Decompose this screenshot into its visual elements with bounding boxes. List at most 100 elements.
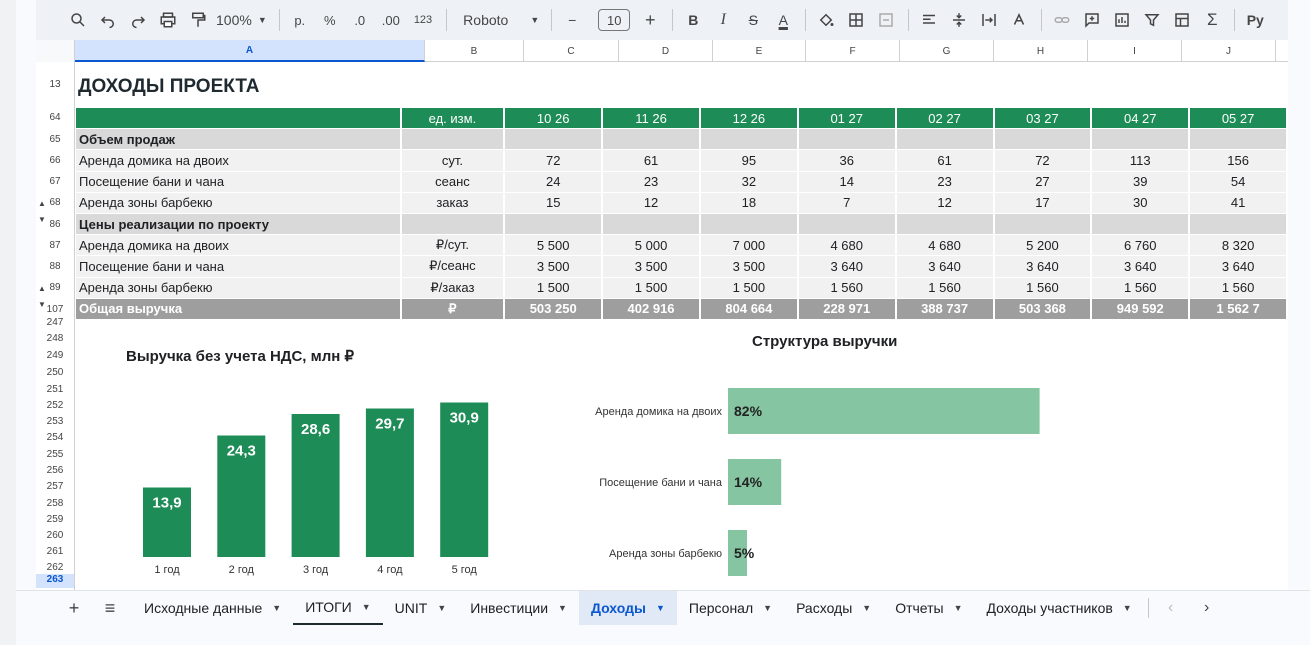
table-header-month[interactable]: 05 27 [1190,108,1286,130]
undo-icon[interactable] [96,7,120,33]
row-number[interactable]: 107 [36,304,74,315]
select-all-corner[interactable] [36,40,75,62]
text-wrap-icon[interactable] [977,7,1001,33]
zoom-select[interactable]: 100% ▼ [216,12,267,28]
table-cell[interactable]: 32 [700,171,797,193]
table-cell[interactable]: 4 680 [798,235,895,257]
row-unit[interactable]: сеанс [401,171,504,193]
row-number[interactable]: 88 [36,261,74,272]
table-cell[interactable] [505,213,602,236]
column-header-b[interactable]: B [425,40,524,62]
table-cell[interactable]: 41 [1190,192,1286,214]
table-header-unit[interactable]: ед. изм. [401,108,504,130]
table-cell[interactable]: 14 [798,171,895,193]
column-header-j[interactable]: J [1182,40,1276,62]
add-sheet-icon[interactable]: + [56,591,92,626]
row-number[interactable]: 13 [36,79,74,90]
column-header-g[interactable]: G [900,40,994,62]
filter-icon[interactable] [1140,7,1164,33]
row-number[interactable]: 65 [36,134,74,145]
search-menus-icon[interactable] [66,7,90,33]
table-cell[interactable]: 228 971 [798,298,895,320]
table-cell[interactable] [994,129,1091,151]
chevron-down-icon[interactable]: ▼ [656,603,665,613]
functions-button[interactable]: Σ [1200,7,1224,33]
section-title[interactable]: Цены реализации по проекту [76,213,400,236]
column-header-c[interactable]: C [524,40,619,62]
comment-icon[interactable] [1080,7,1104,33]
increase-decimal-button[interactable]: .00 [378,7,404,33]
row-number[interactable]: 64 [36,112,74,123]
table-cell[interactable] [401,213,504,236]
chevron-right-icon[interactable]: › [1189,591,1225,626]
italic-button[interactable]: I [711,7,735,33]
sheet-tab[interactable]: Доходы ▼ [578,591,677,625]
revenue-bar-chart[interactable]: 13,9 1 год 24,3 2 год 28,6 3 год 29,7 4 год 30,9… [76,362,496,590]
table-cell[interactable] [994,213,1091,236]
table-cell[interactable]: 5 000 [603,235,699,257]
sheet-tab[interactable]: Отчеты ▼ [883,591,974,625]
chevron-left-icon[interactable]: ‹ [1153,591,1189,626]
table-cell[interactable] [505,129,602,151]
font-size-decrease-button[interactable]: − [560,7,584,33]
row-label[interactable]: Аренда домика на двоих [76,235,400,257]
table-cell[interactable]: 1 560 [994,277,1091,299]
table-cell[interactable]: 3 640 [896,256,993,278]
revenue-structure-chart[interactable]: Аренда домика на двоих 82% Посещение бани … [536,352,1256,582]
font-size-increase-button[interactable]: + [638,7,662,33]
table-cell[interactable] [896,129,993,151]
table-cell[interactable]: 23 [896,171,993,193]
table-cell[interactable]: 61 [896,150,993,172]
table-cell[interactable]: 61 [603,150,699,172]
table-cell[interactable]: 36 [798,150,895,172]
table-cell[interactable] [1092,129,1189,151]
row-number[interactable]: 248 [36,333,74,344]
chevron-down-icon[interactable]: ▼ [437,603,446,613]
row-unit[interactable]: заказ [401,192,504,214]
table-cell[interactable] [1092,213,1189,236]
table-cell[interactable]: 503 368 [994,298,1091,320]
filter-views-icon[interactable] [1170,7,1194,33]
table-cell[interactable]: 39 [1092,171,1189,193]
table-cell[interactable]: 3 640 [1190,256,1286,278]
row-number[interactable]: 253 [36,416,74,427]
align-horizontal-icon[interactable] [917,7,941,33]
table-header-month[interactable]: 10 26 [505,108,602,130]
table-cell[interactable]: 17 [994,192,1091,214]
table-cell[interactable]: 113 [1092,150,1189,172]
table-cell[interactable] [1190,213,1286,236]
table-cell[interactable]: 24 [505,171,602,193]
text-rotation-icon[interactable] [1007,7,1031,33]
percent-format-button[interactable]: % [318,7,342,33]
table-cell[interactable] [76,108,400,130]
table-header-month[interactable]: 11 26 [603,108,699,130]
row-number-selected[interactable]: 263 [36,574,74,588]
fill-color-icon[interactable] [814,7,838,33]
all-sheets-icon[interactable]: ≡ [92,591,128,626]
table-cell[interactable]: 1 500 [603,277,699,299]
table-cell[interactable] [1190,129,1286,151]
table-cell[interactable] [700,129,797,151]
merge-cells-icon[interactable] [874,7,898,33]
table-cell[interactable]: 804 664 [700,298,797,320]
column-header-e[interactable]: E [713,40,806,62]
row-number[interactable]: 262 [36,562,74,573]
sheet-tab[interactable]: ИТОГИ ▼ [293,591,383,625]
row-number[interactable]: 254 [36,432,74,443]
bold-button[interactable]: B [681,7,705,33]
table-cell[interactable] [603,213,699,236]
table-cell[interactable]: 95 [700,150,797,172]
row-number[interactable]: 247 [36,317,74,328]
row-number[interactable]: 66 [36,155,74,166]
redo-icon[interactable] [126,7,150,33]
table-cell[interactable]: 1 560 [1092,277,1189,299]
chevron-down-icon[interactable]: ▼ [954,603,963,613]
chevron-down-icon[interactable]: ▼ [862,603,871,613]
row-label[interactable]: Посещение бани и чана [76,256,400,278]
table-cell[interactable] [700,213,797,236]
table-cell[interactable]: 6 760 [1092,235,1189,257]
table-cell[interactable]: 1 500 [700,277,797,299]
strikethrough-button[interactable]: S [741,7,765,33]
row-number[interactable]: 255 [36,449,74,460]
total-unit[interactable]: ₽ [401,298,504,320]
